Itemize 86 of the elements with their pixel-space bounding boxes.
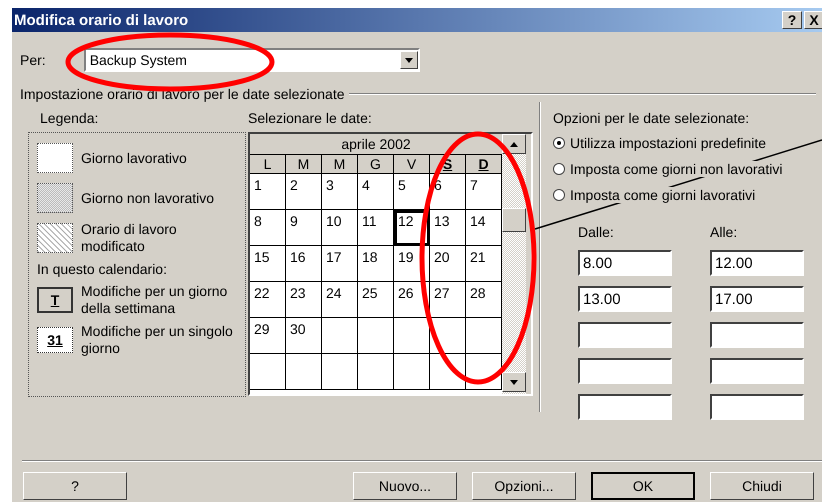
scroll-down-button[interactable] [502,372,526,392]
day-cell[interactable]: 10 [322,210,358,246]
day-cell[interactable]: 14 [466,210,502,246]
day-cell[interactable]: 2 [286,174,322,210]
radio-option[interactable]: Utilizza impostazioni predefinite [553,130,806,156]
legend-label: Giorno lavorativo [81,150,188,166]
weekday-header: V [394,154,430,174]
window-title: Modifica orario di lavoro [14,12,188,28]
day-cell[interactable]: 4 [358,174,394,210]
scroll-thumb[interactable] [502,208,526,232]
time-field[interactable] [710,322,804,348]
day-cell[interactable]: 8 [250,210,286,246]
day-cell[interactable]: 5 [394,174,430,210]
time-field[interactable] [578,358,672,384]
day-cell[interactable] [322,354,358,390]
day-cell[interactable]: 24 [322,282,358,318]
radio-option[interactable]: Imposta come giorni lavorativi [553,182,806,208]
time-field[interactable] [578,322,672,348]
day-cell[interactable]: 3 [322,174,358,210]
time-field[interactable]: 13.00 [578,286,672,312]
legend-subtitle: In questo calendario: [37,261,168,277]
weekday-header: M [322,154,358,174]
time-field[interactable]: 12.00 [710,250,804,276]
help-button[interactable]: ? [23,472,127,500]
day-cell[interactable]: 18 [358,246,394,282]
day-cell[interactable] [250,354,286,390]
day-cell[interactable] [466,318,502,354]
legend-title: Legenda: [40,110,100,126]
close-button[interactable]: X [804,11,822,29]
time-field[interactable]: 17.00 [710,286,804,312]
day-cell[interactable]: 1 [250,174,286,210]
legend-label: Giorno non lavorativo [81,190,216,206]
day-cell[interactable] [358,318,394,354]
day-cell[interactable]: 7 [466,174,502,210]
dialog-button[interactable]: Chiudi [710,472,814,500]
scrollbar[interactable] [502,134,526,394]
calendar-label: Selezionare le date: [248,110,373,126]
to-label: Alle: [710,224,738,240]
time-field[interactable] [578,394,672,420]
day-cell[interactable]: 22 [250,282,286,318]
day-cell[interactable]: 23 [286,282,322,318]
down-arrow-icon [404,58,413,62]
day-cell[interactable]: 11 [358,210,394,246]
day-cell[interactable]: 13 [430,210,466,246]
day-cell[interactable]: 17 [322,246,358,282]
time-field[interactable] [710,358,804,384]
field-label: Per: [20,52,46,68]
weekday-header: G [358,154,394,174]
time-field[interactable]: 8.00 [578,250,672,276]
day-cell[interactable]: 9 [286,210,322,246]
legend-marker: T [37,287,73,313]
weekday-header: D [466,154,502,174]
legend-swatch [37,223,73,253]
dialog-button[interactable]: Opzioni... [472,472,576,500]
legend-marker: 31 [37,327,73,353]
day-cell[interactable] [358,354,394,390]
dialog-button[interactable]: OK [591,472,695,500]
day-cell[interactable]: 25 [358,282,394,318]
day-cell[interactable]: 20 [430,246,466,282]
time-field[interactable] [710,394,804,420]
legend-label: Orario di lavoro modificato [81,221,178,255]
day-cell[interactable]: 29 [250,318,286,354]
day-cell[interactable]: 28 [466,282,502,318]
help-button[interactable]: ? [782,11,802,29]
day-cell[interactable]: 16 [286,246,322,282]
legend-swatch [37,143,73,173]
resource-dropdown[interactable]: Backup System [84,48,420,72]
up-arrow-icon [510,142,518,146]
day-cell[interactable]: 30 [286,318,322,354]
day-cell[interactable] [322,318,358,354]
day-cell[interactable]: 15 [250,246,286,282]
dialog-button[interactable]: Nuovo... [353,472,457,500]
from-label: Dalle: [578,224,615,240]
down-arrow-icon [510,380,518,384]
day-cell[interactable]: 21 [466,246,502,282]
month-title: aprile 2002 [250,134,502,154]
dropdown-button[interactable] [400,51,418,69]
legend-swatch [37,183,73,213]
weekday-header: L [250,154,286,174]
weekday-header: M [286,154,322,174]
day-cell[interactable] [286,354,322,390]
legend-label: Modifiche per un singolo giorno [81,323,234,357]
day-cell[interactable]: 27 [430,282,466,318]
options-title: Opzioni per le date selezionate: [553,110,750,126]
day-cell[interactable] [394,354,430,390]
legend-label: Modifiche per un giorno della settimana [81,283,228,317]
